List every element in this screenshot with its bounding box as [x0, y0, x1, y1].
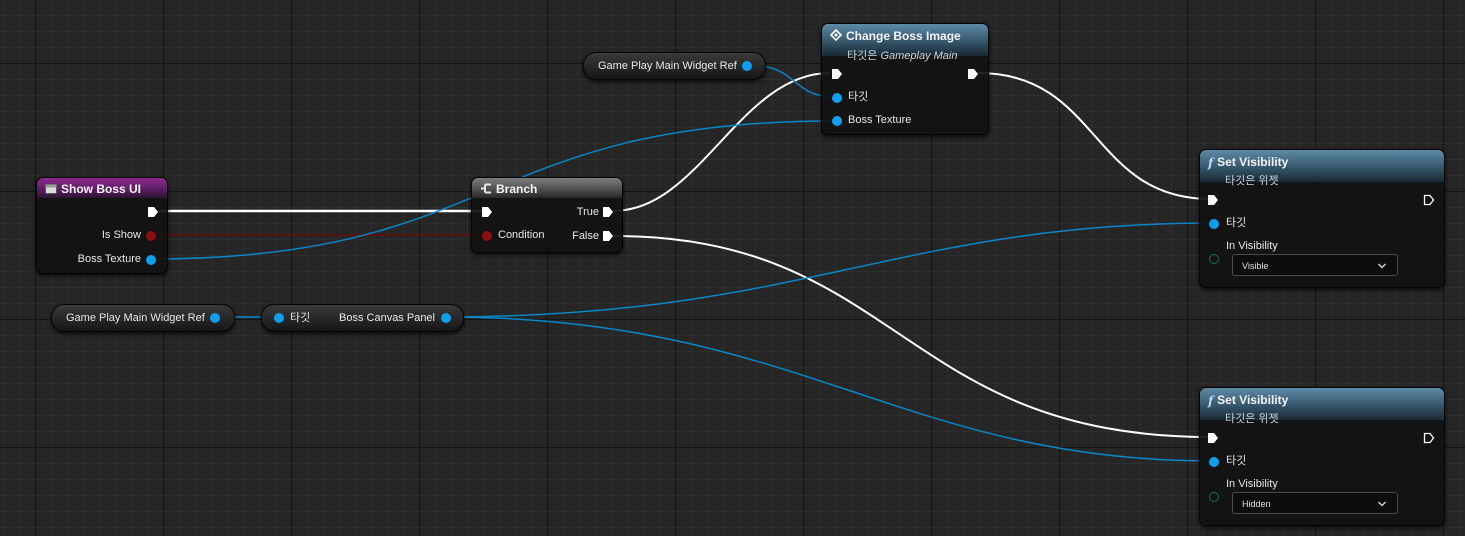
getter-output-pin[interactable] — [441, 313, 451, 323]
exec-pin-icon[interactable] — [1207, 194, 1219, 206]
boss-texture-input-pin[interactable] — [832, 116, 842, 126]
visibility-dropdown[interactable]: Hidden — [1232, 492, 1398, 514]
widget-ref-top-node[interactable]: Game Play Main Widget Ref — [583, 52, 766, 80]
in-visibility-label: In Visibility — [1226, 478, 1278, 490]
subtitle-target: Gameplay Main — [880, 50, 958, 62]
object-wire-canvas-to-set-hidden — [444, 316, 1214, 462]
exec-pin-icon[interactable] — [147, 206, 159, 218]
show-boss-ui-header: Show Boss UI — [37, 178, 167, 198]
target-pin-label: 타깃 — [1226, 455, 1247, 467]
boss-canvas-panel-getter-node[interactable]: 타깃 Boss Canvas Panel — [261, 304, 464, 332]
set-visibility-visible-subtitle: 타깃은 위젯 — [1225, 175, 1279, 187]
exec-wire-false-to-set-hidden — [612, 235, 1212, 438]
target-pin[interactable] — [832, 93, 842, 103]
set-visibility-hidden-subtitle: 타깃은 위젯 — [1225, 413, 1279, 425]
condition-pin[interactable] — [482, 231, 492, 241]
widget-ref-top-output-pin[interactable] — [742, 61, 752, 71]
branch-icon — [480, 181, 492, 199]
getter-output-label: Boss Canvas Panel — [339, 312, 435, 324]
diamond-icon — [829, 28, 843, 46]
change-boss-image-title: Change Boss Image — [846, 29, 961, 43]
is-show-pin[interactable] — [146, 231, 156, 241]
true-pin-label: True — [576, 206, 599, 218]
widget-ref-top-label: Game Play Main Widget Ref — [598, 60, 737, 72]
widget-ref-left-label: Game Play Main Widget Ref — [66, 312, 205, 324]
branch-node[interactable]: Branch Condition True False — [471, 177, 623, 253]
exec-pin-icon[interactable] — [967, 68, 979, 80]
chevron-down-icon — [1377, 496, 1387, 518]
widget-ref-left-output-pin[interactable] — [210, 313, 220, 323]
change-boss-image-header: Change Boss Image 타깃은 Gameplay Main — [822, 24, 988, 62]
exec-pin-icon[interactable] — [1423, 432, 1435, 444]
set-visibility-hidden-title: Set Visibility — [1217, 393, 1289, 407]
chevron-down-icon — [1377, 258, 1387, 280]
show-boss-ui-title: Show Boss UI — [61, 182, 142, 196]
event-node-icon — [45, 181, 57, 199]
exec-wire-true-to-change-image — [612, 72, 831, 212]
in-visibility-pin[interactable] — [1209, 492, 1219, 502]
in-visibility-pin[interactable] — [1209, 254, 1219, 264]
exec-pin-icon[interactable] — [1207, 432, 1219, 444]
function-icon: f — [1208, 394, 1214, 408]
set-visibility-visible-header: f Set Visibility 타깃은 위젯 — [1200, 150, 1444, 187]
visibility-dropdown-value: Hidden — [1242, 499, 1271, 509]
subtitle-prefix: 타깃은 — [847, 50, 878, 62]
target-pin[interactable] — [1209, 457, 1219, 467]
exec-pin-icon[interactable] — [831, 68, 843, 80]
boss-texture-pin[interactable] — [146, 255, 156, 265]
set-visibility-visible-node[interactable]: f Set Visibility 타깃은 위젯 타깃 In Visibility … — [1199, 149, 1445, 288]
show-boss-ui-node[interactable]: Show Boss UI Is Show Boss Texture — [36, 177, 168, 274]
widget-ref-left-node[interactable]: Game Play Main Widget Ref — [51, 304, 235, 332]
branch-title: Branch — [496, 182, 538, 196]
set-visibility-hidden-node[interactable]: f Set Visibility 타깃은 위젯 타깃 In Visibility … — [1199, 387, 1445, 526]
in-visibility-label: In Visibility — [1226, 240, 1278, 252]
condition-pin-label: Condition — [498, 229, 545, 241]
is-show-pin-label: Is Show — [101, 229, 141, 241]
set-visibility-visible-title: Set Visibility — [1217, 155, 1289, 169]
change-boss-image-node[interactable]: Change Boss Image 타깃은 Gameplay Main 타깃 B… — [821, 23, 989, 135]
exec-pin-icon[interactable] — [602, 206, 614, 218]
false-pin-label: False — [572, 230, 599, 242]
target-pin[interactable] — [1209, 219, 1219, 229]
visibility-dropdown-value: Visible — [1242, 261, 1269, 271]
exec-pin-icon[interactable] — [1423, 194, 1435, 206]
getter-target-pin[interactable] — [274, 313, 284, 323]
exec-pin-icon[interactable] — [481, 206, 493, 218]
visibility-dropdown[interactable]: Visible — [1232, 254, 1398, 276]
change-boss-image-subtitle: 타깃은 Gameplay Main — [847, 47, 980, 63]
branch-header: Branch — [472, 178, 622, 198]
function-icon: f — [1208, 156, 1214, 170]
exec-pin-icon[interactable] — [602, 230, 614, 242]
getter-target-label: 타깃 — [290, 312, 311, 324]
target-pin-label: 타깃 — [848, 91, 869, 103]
boss-texture-input-label: Boss Texture — [848, 114, 912, 126]
boss-texture-pin-label: Boss Texture — [77, 253, 141, 265]
exec-wire-change-image-to-set-visible — [977, 72, 1212, 200]
set-visibility-hidden-header: f Set Visibility 타깃은 위젯 — [1200, 388, 1444, 425]
target-pin-label: 타깃 — [1226, 217, 1247, 229]
